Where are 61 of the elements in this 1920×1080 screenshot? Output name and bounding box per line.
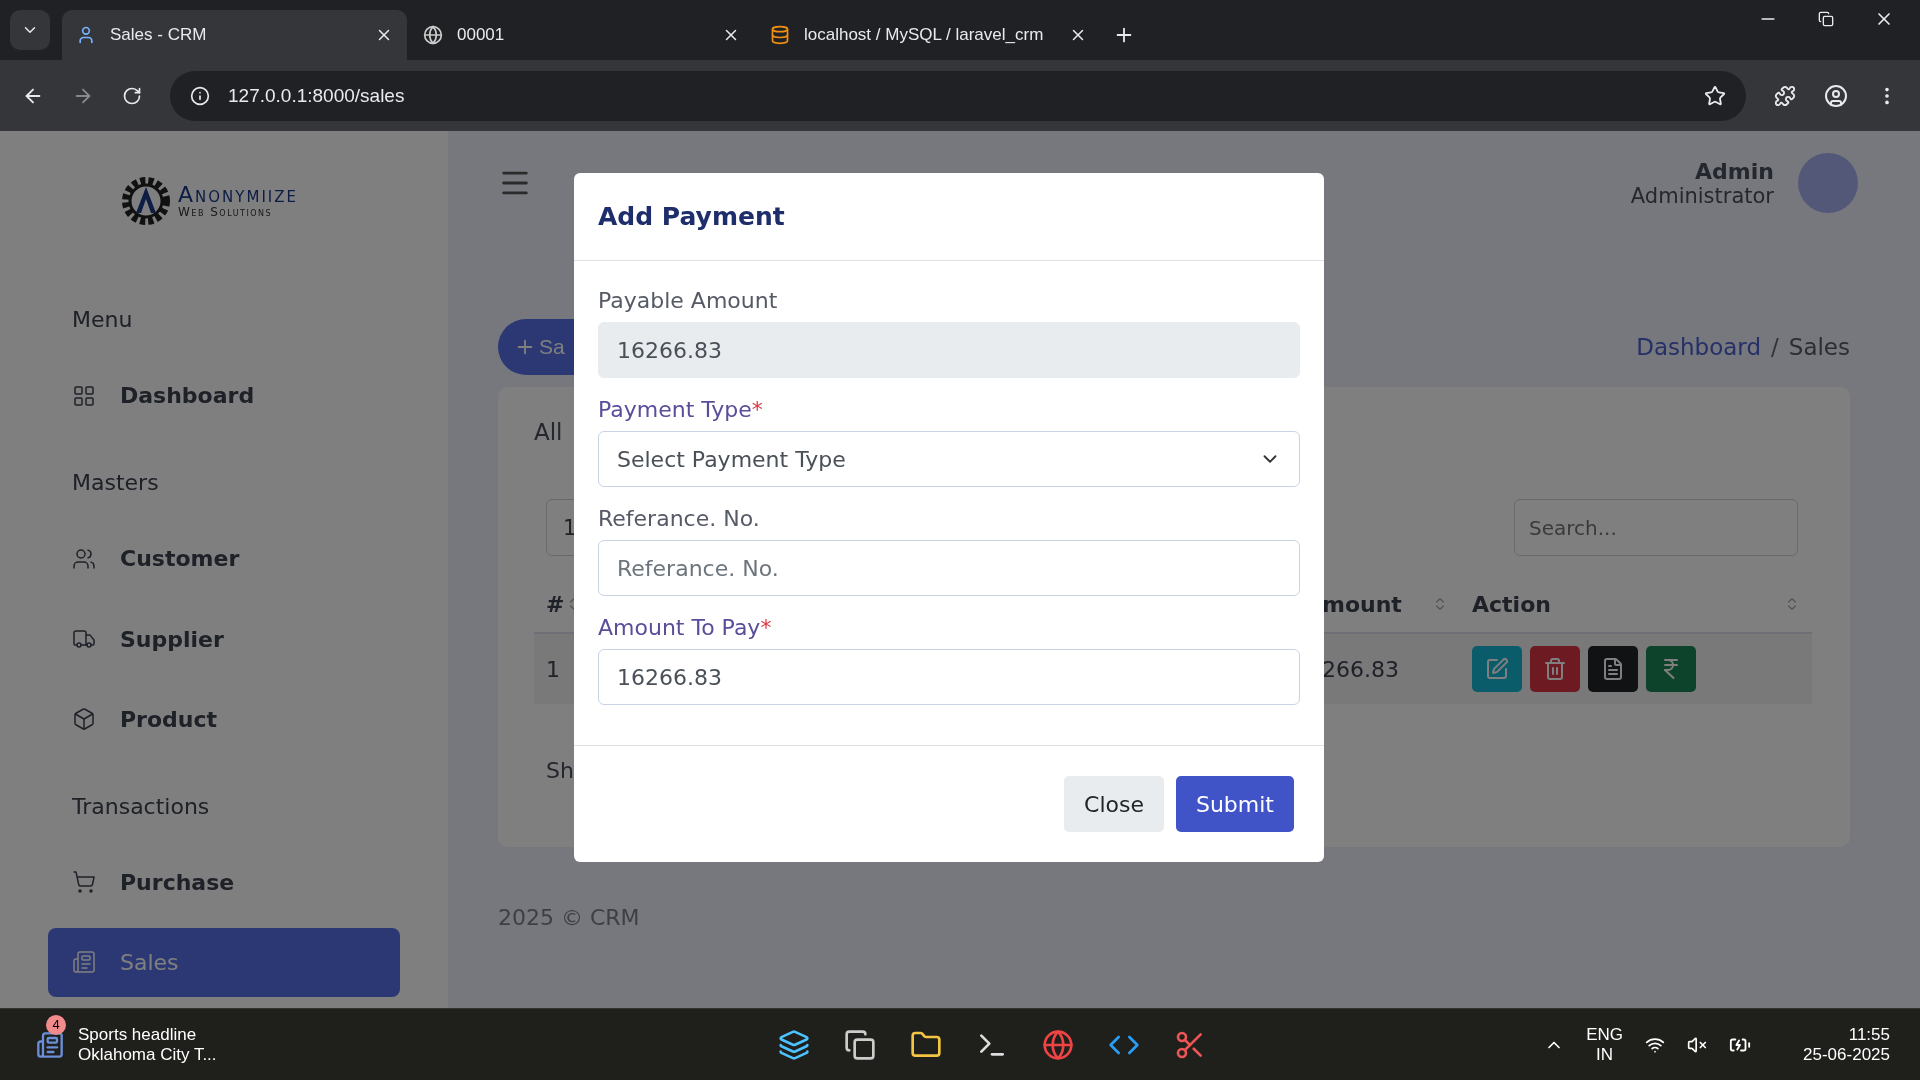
news-title[interactable]: Sports headline — [78, 1024, 217, 1045]
pencil-icon — [1485, 657, 1509, 681]
field-label: Payable Amount — [598, 288, 779, 315]
footer-text: 2025 © CRM — [498, 905, 641, 930]
info-icon[interactable] — [190, 85, 210, 106]
sidebar-item[interactable]: Customer — [48, 524, 400, 594]
mute-icon[interactable] — [1687, 1034, 1708, 1055]
globe-icon — [423, 25, 443, 45]
news-icon[interactable] — [36, 1030, 64, 1059]
submit-button[interactable]: Submit — [1175, 776, 1294, 832]
cart-icon — [72, 870, 96, 895]
file-icon — [1601, 657, 1625, 681]
notification-badge: 4 — [46, 1014, 66, 1035]
sidebar-item[interactable]: Dashboard — [48, 361, 400, 431]
dialog-title: Add Payment — [598, 202, 785, 231]
card-title: All — [534, 419, 564, 445]
browser-tab[interactable]: Sales - CRM — [62, 10, 407, 60]
profile-icon[interactable] — [1824, 83, 1848, 108]
logo-tagline: Web Solutions — [178, 205, 274, 218]
input-field[interactable]: 16266.83 — [598, 649, 1300, 705]
gear-logo-icon — [120, 174, 172, 227]
news-subtitle[interactable]: Oklahoma City T... — [78, 1044, 217, 1065]
sidebar-item[interactable]: Product — [48, 684, 400, 754]
star-icon[interactable] — [1704, 84, 1726, 107]
payment-button[interactable] — [1646, 646, 1696, 692]
clock-date[interactable]: 25-06-2025 — [1803, 1044, 1890, 1065]
field-label: Payment Type* — [598, 397, 764, 424]
breadcrumb-current: Sales — [1788, 333, 1850, 360]
database-icon — [770, 25, 790, 45]
users-icon — [72, 546, 96, 571]
extensions-icon[interactable] — [1774, 84, 1796, 107]
trash-icon — [1543, 657, 1567, 681]
browser-tab[interactable]: 00001 — [409, 10, 754, 60]
user-icon — [76, 25, 96, 45]
sidebar-item[interactable]: Purchase — [48, 847, 400, 917]
region-text[interactable]: IN — [1596, 1044, 1614, 1065]
reload-icon[interactable] — [122, 85, 142, 106]
box-icon — [72, 707, 96, 732]
user-name: Admin — [1695, 158, 1774, 184]
input-field[interactable]: Referance. No. — [598, 540, 1300, 596]
sidebar-heading: Menu — [72, 307, 134, 333]
language-text[interactable]: ENG — [1586, 1024, 1624, 1045]
logo-name: Anonymiize — [178, 183, 298, 206]
field-label: Amount To Pay* — [598, 615, 773, 642]
delete-button[interactable] — [1530, 646, 1580, 692]
breadcrumb-separator: / — [1771, 333, 1779, 360]
clock-time[interactable]: 11:55 — [1848, 1024, 1890, 1045]
table-info: Sh — [546, 758, 575, 783]
address-bar[interactable]: 127.0.0.1:8000/sales — [170, 70, 1746, 121]
grid-icon — [72, 383, 96, 408]
browser-tab[interactable]: localhost / MySQL / laravel_crm — [756, 10, 1101, 60]
pdf-button[interactable] — [1588, 646, 1638, 692]
user-role: Administrator — [1630, 183, 1774, 208]
sidebar-item[interactable]: Supplier — [48, 604, 400, 674]
restore-icon[interactable] — [1818, 11, 1834, 27]
payment-type-select[interactable]: Select Payment Type — [598, 431, 1300, 487]
field-label: Referance. No. — [598, 506, 761, 533]
sidebar-heading: Masters — [72, 470, 160, 496]
sidebar-heading: Transactions — [72, 793, 211, 819]
close-button[interactable]: Close — [1064, 776, 1164, 832]
search-field[interactable]: Search... — [1514, 499, 1798, 556]
